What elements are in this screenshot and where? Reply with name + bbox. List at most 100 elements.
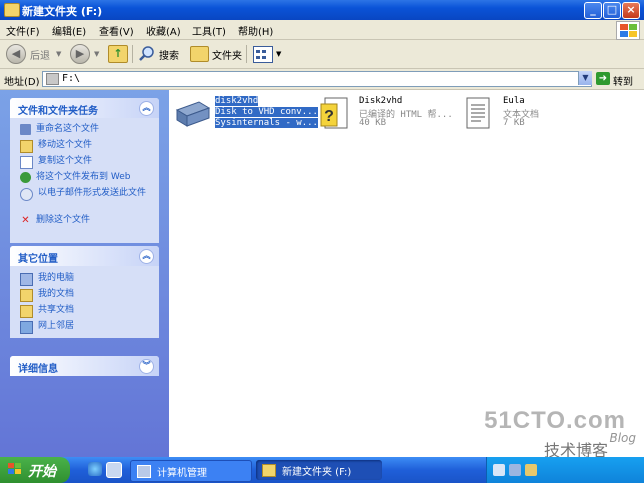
rename-icon	[20, 124, 31, 135]
watermark-site: 51CTO.com	[484, 407, 626, 434]
start-label: 开始	[28, 464, 56, 480]
internet-explorer-icon[interactable]	[88, 462, 102, 476]
task-move[interactable]: 移动这个文件	[20, 140, 148, 153]
forward-button[interactable]: ▶ ▼	[70, 44, 99, 64]
taskbar-task-computer-management[interactable]: 计算机管理	[130, 460, 252, 482]
place-network[interactable]: 网上邻居	[20, 321, 148, 334]
watermark: 51CTO.com 技术博客 Blog	[484, 407, 636, 460]
go-arrow-icon[interactable]: ➜	[596, 72, 610, 85]
task-copy[interactable]: 复制这个文件	[20, 156, 148, 169]
place-label: 我的电脑	[38, 273, 75, 283]
search-label: 搜索	[159, 50, 179, 62]
close-button[interactable]: ×	[622, 2, 640, 19]
task-publish-web[interactable]: 将这个文件发布到 Web	[20, 172, 146, 183]
place-label: 共享文档	[38, 305, 75, 315]
menu-edit[interactable]: 编辑(E)	[52, 23, 86, 38]
window-title: 新建文件夹 (F:)	[22, 5, 103, 18]
task-label: 重命名这个文件	[36, 124, 100, 134]
task-email[interactable]: 以电子邮件形式发送此文件	[20, 188, 148, 201]
disk-drive-icon	[175, 101, 211, 127]
file-item-disk2vhd[interactable]: disk2vhd Disk to VHD conv... Sysinternal…	[171, 94, 318, 138]
up-folder-icon: ↑	[108, 45, 128, 63]
text-document-icon	[466, 97, 490, 129]
show-desktop-icon[interactable]	[106, 462, 122, 478]
expand-chevron-icon[interactable]: ︾	[139, 359, 154, 374]
up-folder-button[interactable]: ↑	[108, 44, 128, 64]
taskbar-task-new-folder[interactable]: 新建文件夹 (F:)	[256, 460, 382, 480]
menu-file[interactable]: 文件(F)	[6, 23, 40, 38]
task-pane: 文件和文件夹任务 ︽ 重命名这个文件 移动这个文件 复制这个文件 将这个文件发布…	[0, 90, 169, 457]
file-item-eula[interactable]: Eula 文本文档 7 KB	[459, 94, 599, 138]
windows-flag-icon	[8, 463, 21, 475]
svg-text:?: ?	[324, 108, 334, 125]
go-button[interactable]: 转到	[613, 73, 633, 88]
task-label: 以电子邮件形式发送此文件	[38, 188, 147, 198]
task-label: 复制这个文件	[38, 156, 93, 166]
menu-favorites[interactable]: 收藏(A)	[146, 23, 181, 38]
file-size: 7 KB	[503, 118, 525, 128]
email-icon	[20, 188, 33, 201]
folders-button[interactable]: 文件夹	[190, 44, 242, 64]
move-icon	[20, 140, 33, 153]
task-label: 移动这个文件	[38, 140, 93, 150]
other-places-panel: 其它位置 ︽ 我的电脑 我的文档 共享文档 网上邻居	[10, 246, 159, 338]
address-input[interactable]: F:\	[42, 71, 592, 87]
tray-network-icon[interactable]	[509, 464, 521, 476]
address-value: F:\	[62, 73, 81, 84]
taskbar: 开始 计算机管理 新建文件夹 (F:)	[0, 457, 644, 483]
maximize-button[interactable]: □	[603, 2, 621, 19]
file-name: disk2vhd	[215, 96, 259, 106]
toolbar-separator	[132, 45, 133, 63]
title-bar[interactable]: 新建文件夹 (F:) _ □ ×	[0, 0, 644, 20]
address-bar: 地址(D) F:\ ▼ ➜ 转到	[0, 69, 644, 90]
task-label: 删除这个文件	[36, 215, 91, 225]
task-delete[interactable]: ✕ 删除这个文件	[20, 215, 146, 226]
address-dropdown-icon[interactable]: ▼	[578, 71, 592, 85]
task-label: 将这个文件发布到 Web	[36, 172, 131, 182]
collapse-chevron-icon[interactable]: ︽	[139, 249, 154, 264]
back-dropdown-icon[interactable]: ▼	[56, 50, 61, 58]
drive-icon	[46, 73, 59, 85]
tray-volume-icon[interactable]	[525, 464, 537, 476]
task-rename[interactable]: 重命名这个文件	[20, 124, 146, 135]
file-item-disk2vhd-chm[interactable]: ? Disk2vhd 已编译的 HTML 帮... 40 KB	[315, 94, 455, 138]
search-button[interactable]: 搜索	[138, 44, 179, 64]
minimize-button[interactable]: _	[584, 2, 602, 19]
start-button[interactable]: 开始	[0, 457, 70, 483]
panel-title: 文件和文件夹任务	[18, 106, 98, 117]
views-dropdown-icon: ▼	[276, 50, 282, 58]
forward-dropdown-icon[interactable]: ▼	[94, 50, 99, 58]
folder-icon	[4, 3, 20, 17]
folder-icon	[262, 463, 276, 477]
copy-icon	[20, 156, 33, 169]
details-header[interactable]: 详细信息 ︾	[10, 356, 159, 376]
place-my-documents[interactable]: 我的文档	[20, 289, 148, 302]
back-label: 后退	[30, 50, 50, 62]
menu-view[interactable]: 查看(V)	[99, 23, 134, 38]
menu-help[interactable]: 帮助(H)	[238, 23, 273, 38]
explorer-window: 新建文件夹 (F:) _ □ × 文件(F) 编辑(E) 查看(V) 收藏(A)…	[0, 0, 644, 457]
back-button[interactable]: ◀ 后退 ▼	[6, 44, 61, 64]
views-icon	[253, 45, 273, 63]
menu-tools[interactable]: 工具(T)	[192, 23, 226, 38]
tray-app-icon[interactable]	[493, 464, 505, 476]
panel-title: 详细信息	[18, 364, 58, 375]
file-size: 40 KB	[359, 118, 387, 128]
address-label: 地址(D)	[4, 77, 40, 88]
other-places-header[interactable]: 其它位置 ︽	[10, 246, 159, 266]
network-places-icon	[20, 321, 33, 334]
web-publish-icon	[20, 172, 31, 183]
views-button[interactable]: ▼	[253, 44, 281, 64]
folders-label: 文件夹	[212, 50, 242, 62]
task-label: 新建文件夹 (F:)	[282, 466, 352, 478]
file-tasks-header[interactable]: 文件和文件夹任务 ︽	[10, 98, 159, 118]
forward-arrow-icon: ▶	[70, 44, 90, 64]
delete-icon: ✕	[21, 215, 30, 226]
place-shared-documents[interactable]: 共享文档	[20, 305, 148, 318]
place-my-computer[interactable]: 我的电脑	[20, 273, 148, 286]
collapse-chevron-icon[interactable]: ︽	[139, 101, 154, 116]
task-label: 计算机管理	[157, 467, 207, 479]
toolbar: ◀ 后退 ▼ ▶ ▼ ↑ 搜索 文件夹 ▼	[0, 40, 644, 69]
file-list[interactable]: disk2vhd Disk to VHD conv... Sysinternal…	[169, 90, 644, 457]
back-arrow-icon: ◀	[6, 44, 26, 64]
